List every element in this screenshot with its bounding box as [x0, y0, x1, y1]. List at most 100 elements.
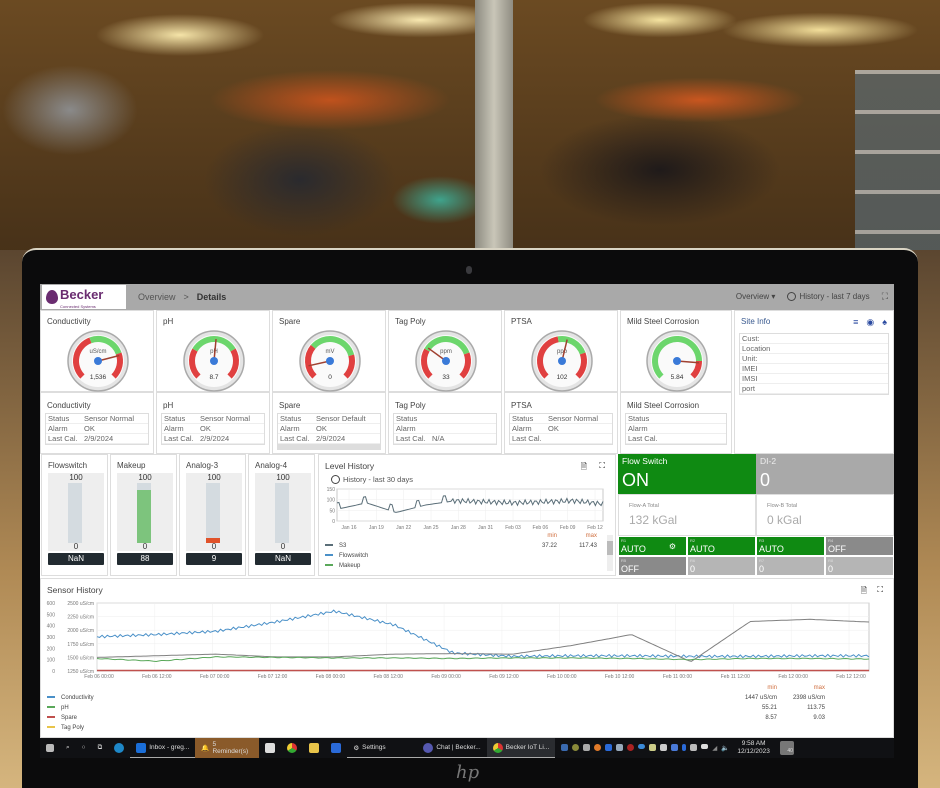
status-row: Alarm — [394, 424, 496, 434]
breadcrumb-details: Details — [196, 292, 227, 302]
status-row: Alarm OK — [278, 424, 380, 434]
file-explorer-button[interactable] — [303, 738, 325, 758]
sensor-status-table: Status Sensor Normal Alarm OK Last Cal. 2/9/2… — [161, 413, 265, 445]
x-tick-label: Jan 19 — [369, 525, 384, 531]
app-x-icon — [331, 742, 342, 753]
edge-button[interactable] — [108, 738, 130, 758]
tray-icon[interactable] — [660, 744, 668, 751]
tray-icon[interactable] — [616, 744, 624, 751]
breadcrumb-overview[interactable]: Overview — [138, 292, 176, 302]
tray-icon[interactable] — [605, 744, 613, 751]
flow-switch-title: Flow Switch — [622, 456, 668, 466]
chrome-button[interactable] — [281, 738, 303, 758]
legend-item[interactable]: Flowswitch — [325, 551, 601, 561]
legend-item[interactable]: Spare 8.57 9.03 — [47, 713, 847, 723]
min-header: min — [547, 533, 557, 539]
status-value: OK — [316, 424, 327, 433]
onedrive-icon[interactable] — [638, 744, 646, 749]
sensor-history-card: Sensor History 🗎 ⛶ 0 100 200 300 400 500 600 12… — [40, 578, 894, 738]
eye-icon[interactable]: ◉ — [866, 317, 874, 328]
x-tick-label: Jan 16 — [341, 525, 356, 531]
status-value: Sensor Normal — [84, 414, 135, 423]
legend-max: 113.75 — [807, 705, 825, 711]
relay-r3-tile[interactable]: R3 AUTO — [756, 536, 825, 556]
relay-r1-tile[interactable]: R1 AUTO ⚙ — [618, 536, 687, 556]
relay-r7-tile[interactable]: R7 0 — [756, 556, 825, 576]
notification-center-button[interactable]: 40 — [779, 741, 794, 755]
x-tick-label: Jan 22 — [396, 525, 411, 531]
legend-item[interactable]: S3 37.22 117.43 — [325, 541, 601, 551]
site-info-row: IMEI — [740, 364, 888, 374]
gauge-hub — [558, 357, 566, 365]
legend-item[interactable]: pH 55.21 113.75 — [47, 703, 847, 713]
menu-icon[interactable]: ≡ — [853, 317, 858, 328]
y-left-tick-label: 200 — [47, 646, 56, 652]
tray-icon[interactable] — [690, 744, 698, 751]
gauge-card: Tag Poly ppm 33 — [388, 310, 502, 392]
level-title: Analog-4 — [255, 461, 288, 470]
x-tick-label: Feb 06 00:00 — [84, 674, 114, 680]
status-value: Sensor Normal — [548, 414, 599, 423]
legend-item[interactable]: Tag Poly — [47, 723, 847, 733]
taskbar-settings[interactable]: ⚙ Settings — [347, 738, 418, 758]
legend-item[interactable]: Conductivity 1447 uS/cm 2398 uS/cm — [47, 693, 847, 703]
legend-swatch — [47, 726, 55, 729]
relay-r8-tile[interactable]: R8 0 — [825, 556, 894, 576]
horizontal-scrollbar[interactable] — [277, 445, 381, 450]
gear-icon[interactable]: ⚙ — [669, 542, 676, 551]
task-view-button[interactable]: ⧉ — [92, 738, 109, 758]
taskbar-reminders[interactable]: 🔔 5 Reminder(s) — [195, 738, 260, 758]
y-left-tick-label: 400 — [47, 624, 56, 630]
relay-r4-tile[interactable]: R4 OFF — [825, 536, 894, 556]
expand-icon[interactable]: ⛶ — [877, 585, 883, 595]
teams-icon — [423, 742, 434, 753]
tray-icon[interactable] — [627, 744, 635, 751]
gauge-title: Tag Poly — [395, 317, 426, 326]
gauge-card: Conductivity uS/cm 1,536 — [40, 310, 154, 392]
store-icon — [265, 742, 276, 753]
level-tube — [206, 483, 220, 543]
view-dropdown[interactable]: Overview ▾ — [736, 292, 776, 301]
status-value: 2/9/2024 — [200, 434, 230, 443]
alarm-bell-icon[interactable]: ♠ — [882, 317, 887, 328]
status-value: OK — [84, 424, 95, 433]
start-button[interactable] — [40, 738, 60, 758]
bluetooth-icon[interactable] — [682, 744, 687, 751]
relay-r2-tile[interactable]: R2 AUTO — [687, 536, 756, 556]
legend-swatch — [325, 564, 333, 567]
volume-icon[interactable]: 🔈 — [721, 744, 729, 752]
network-icon[interactable]: ◢ — [712, 744, 717, 752]
tray-icon[interactable] — [594, 744, 602, 751]
store-button[interactable] — [259, 738, 281, 758]
export-icon[interactable]: 🗎 — [581, 461, 587, 475]
flow-a-tile: Flow-A Total 132 kGal — [618, 494, 756, 536]
fullscreen-icon[interactable]: ⛶ — [882, 291, 888, 302]
level-history-range[interactable]: History - last 30 days — [331, 475, 413, 484]
legend-scrollbar[interactable] — [607, 535, 613, 571]
tray-icon[interactable] — [572, 744, 580, 751]
y-right-tick-label: 2500 uS/cm — [67, 601, 94, 607]
shield-icon[interactable] — [671, 744, 679, 751]
relay-r6-tile[interactable]: R6 0 — [687, 556, 756, 576]
battery-icon[interactable] — [701, 744, 709, 749]
tray-icon[interactable] — [561, 744, 569, 751]
taskbar-outlook[interactable]: Inbox - greg... — [130, 738, 196, 758]
becker-logo[interactable]: Becker Connected Systems — [42, 285, 126, 309]
tray-icon[interactable] — [583, 744, 591, 751]
legend-item[interactable]: Makeup — [325, 561, 601, 571]
export-icon[interactable]: 🗎 — [861, 585, 867, 599]
level-bar: 100 0 — [117, 473, 173, 551]
taskbar-teams[interactable]: Chat | Becker... — [417, 738, 487, 758]
taskbar-chrome-becker[interactable]: Becker IoT Li... — [486, 738, 556, 758]
cortana-button[interactable]: ○ — [76, 738, 92, 758]
site-info-row: Unit: — [740, 354, 888, 364]
clock-tray[interactable]: 9:58 AM 12/12/2023 — [737, 740, 770, 756]
relay-r5-tile[interactable]: R5 OFF — [618, 556, 687, 576]
gear-icon: ⚙ — [353, 744, 360, 752]
history-range-button[interactable]: History - last 7 days — [787, 292, 870, 301]
app-button[interactable] — [325, 738, 347, 758]
expand-icon[interactable]: ⛶ — [599, 461, 605, 471]
tray-icon[interactable] — [649, 744, 657, 751]
search-button[interactable]: ⌕ — [60, 738, 76, 758]
sensor-status-card: Conductivity Status Sensor Normal Alarm OK La… — [40, 392, 154, 454]
